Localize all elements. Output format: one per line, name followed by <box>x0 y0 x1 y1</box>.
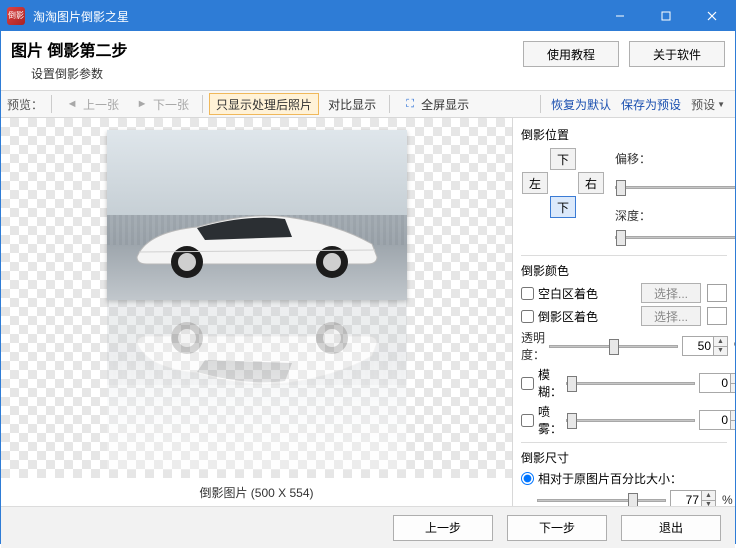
title-bar: 倒影 淘淘图片倒影之星 <box>1 1 735 31</box>
position-grid: 下 左 右 下 <box>521 147 605 250</box>
blank-color-swatch[interactable] <box>707 284 727 302</box>
preview-canvas[interactable] <box>1 118 512 478</box>
minimize-button[interactable] <box>597 1 643 31</box>
step-title: 图片 倒影第二步 <box>11 37 523 61</box>
compare-button[interactable]: 对比显示 <box>321 93 383 115</box>
header: 图片 倒影第二步 设置倒影参数 使用教程 关于软件 <box>1 31 735 90</box>
next-image-icon: ► <box>135 97 149 111</box>
position-right-button[interactable]: 右 <box>578 172 604 194</box>
preview-label: 预览： <box>7 96 43 113</box>
spray-input[interactable] <box>700 411 730 429</box>
reflect-color-select-button[interactable]: 选择... <box>641 306 701 326</box>
prev-step-button[interactable]: 上一步 <box>393 515 493 541</box>
position-left-button[interactable]: 左 <box>522 172 548 194</box>
spray-slider[interactable] <box>566 412 695 428</box>
footer: 上一步 下一步 退出 <box>1 506 735 548</box>
preview-reflection <box>107 300 407 470</box>
fullscreen-icon: ⛶ <box>403 97 417 111</box>
close-button[interactable] <box>689 1 735 31</box>
preset-dropdown[interactable]: 预设▼ <box>687 96 729 113</box>
about-button[interactable]: 关于软件 <box>629 41 725 67</box>
blur-spinner[interactable]: ▲▼ <box>699 373 735 393</box>
toolbar: 预览： ◄上一张 ►下一张 只显示处理后照片 对比显示 ⛶全屏显示 恢复为默认 … <box>1 90 735 118</box>
opacity-input[interactable] <box>683 337 713 355</box>
relative-size-slider[interactable] <box>537 492 666 506</box>
offset-slider[interactable] <box>615 179 735 195</box>
blur-input[interactable] <box>700 374 730 392</box>
position-up-button[interactable]: 下 <box>550 148 576 170</box>
fullscreen-button[interactable]: ⛶全屏显示 <box>396 93 476 115</box>
opacity-spinner[interactable]: ▲▼ <box>682 336 728 356</box>
tutorial-button[interactable]: 使用教程 <box>523 41 619 67</box>
chevron-down-icon: ▼ <box>717 100 725 109</box>
relative-size-input[interactable] <box>671 491 701 506</box>
restore-default-button[interactable]: 恢复为默认 <box>547 96 615 113</box>
position-down-button[interactable]: 下 <box>550 196 576 218</box>
opacity-slider[interactable] <box>549 338 678 354</box>
prev-image-icon: ◄ <box>65 97 79 111</box>
color-group-title: 倒影颜色 <box>521 262 727 279</box>
relative-size-radio[interactable]: 相对于原图片百分比大小： <box>521 470 727 487</box>
window-title: 淘淘图片倒影之星 <box>33 8 597 25</box>
blank-area-checkbox[interactable]: 空白区着色 <box>521 285 635 302</box>
blank-color-select-button[interactable]: 选择... <box>641 283 701 303</box>
spray-checkbox[interactable]: 喷雾： <box>521 403 562 437</box>
relative-size-spinner[interactable]: ▲▼ <box>670 490 716 506</box>
preview-image <box>107 130 407 300</box>
settings-panel: 倒影位置 下 左右 下 偏移： ▲▼像素 深度： ▲▼% 倒影颜色 空白区着色 … <box>513 118 735 506</box>
size-group-title: 倒影尺寸 <box>521 449 727 466</box>
next-image-button[interactable]: ►下一张 <box>128 93 196 115</box>
prev-image-button[interactable]: ◄上一张 <box>58 93 126 115</box>
preview-pane: 倒影图片 (500 X 554) <box>1 118 513 506</box>
offset-label: 偏移： <box>615 150 651 167</box>
reflect-area-checkbox[interactable]: 倒影区着色 <box>521 308 635 325</box>
depth-slider[interactable] <box>615 229 735 245</box>
reflect-color-swatch[interactable] <box>707 307 727 325</box>
maximize-button[interactable] <box>643 1 689 31</box>
preview-caption: 倒影图片 (500 X 554) <box>1 478 512 506</box>
spray-spinner[interactable]: ▲▼ <box>699 410 735 430</box>
next-step-button[interactable]: 下一步 <box>507 515 607 541</box>
blur-checkbox[interactable]: 模糊： <box>521 366 562 400</box>
exit-button[interactable]: 退出 <box>621 515 721 541</box>
show-processed-button[interactable]: 只显示处理后照片 <box>209 93 319 115</box>
depth-label: 深度： <box>615 207 651 224</box>
app-icon: 倒影 <box>7 7 25 25</box>
opacity-label: 透明度： <box>521 329 545 363</box>
position-group-title: 倒影位置 <box>521 126 727 143</box>
step-subtitle: 设置倒影参数 <box>31 65 523 82</box>
blur-slider[interactable] <box>566 375 695 391</box>
save-preset-button[interactable]: 保存为预设 <box>617 96 685 113</box>
